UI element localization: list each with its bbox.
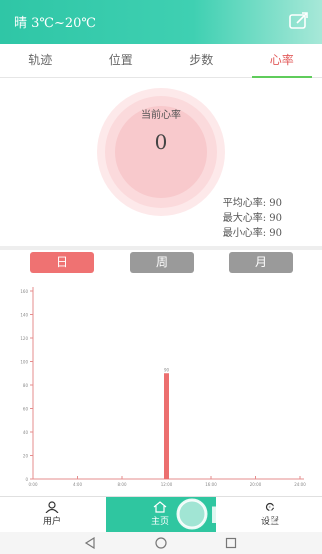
y-tick-label: 120 <box>20 336 28 341</box>
user-icon <box>45 501 59 513</box>
y-tick-label: 80 <box>23 383 29 388</box>
current-heart-rate-value: 0 <box>154 130 168 154</box>
max-heart-rate: 最大心率: 90 <box>222 213 282 224</box>
x-tick-label: 16:00 <box>205 482 217 487</box>
nav-user[interactable]: 用户 <box>22 501 82 527</box>
x-tick-label: 0:00 <box>29 482 38 487</box>
back-icon[interactable] <box>84 537 96 549</box>
average-heart-rate: 平均心率: 90 <box>222 198 282 209</box>
weather-text: 晴 3℃~20℃ <box>14 16 96 31</box>
x-tick-label: 12:00 <box>161 482 173 487</box>
watermark-url: www.okemu.com <box>230 524 290 532</box>
nav-home-label: 主页 <box>150 517 169 527</box>
current-heart-rate-label: 当前心率 <box>141 110 181 121</box>
month-button[interactable]: 月 <box>229 252 293 273</box>
min-heart-rate: 最小心率: 90 <box>222 228 282 239</box>
x-tick-label: 4:00 <box>73 482 82 487</box>
y-tick-label: 160 <box>20 289 28 294</box>
edit-icon[interactable] <box>288 11 310 31</box>
system-nav-bar <box>0 532 322 554</box>
tab-steps[interactable]: 步数 <box>161 44 242 77</box>
y-tick-label: 60 <box>23 407 29 412</box>
y-tick-label: 20 <box>23 454 29 459</box>
week-button[interactable]: 周 <box>130 252 194 273</box>
top-bar: 晴 3℃~20℃ <box>0 0 322 44</box>
tab-location[interactable]: 位置 <box>81 44 162 77</box>
y-tick-label: 140 <box>20 313 28 318</box>
home-icon <box>153 501 167 513</box>
heart-rate-chart-svg: 0204060801001201401600:00 4:00 8:00 12:00 16… <box>20 287 306 487</box>
heart-rate-bar <box>164 373 169 479</box>
heart-rate-chart: 0 20 40 60 80 100 120 140 160 0:00 4:00 8:00 12:00 16… <box>0 283 322 493</box>
recent-apps-icon[interactable] <box>225 537 237 549</box>
y-tick-label: 40 <box>23 430 29 435</box>
x-tick-label: 24:00 <box>294 482 306 487</box>
heart-rate-panel: 当前心率 0 平均心率: 90 最大心率: 90 最小心率: 90 <box>0 78 322 246</box>
x-tick-label: 8:00 <box>118 482 127 487</box>
tab-heart-rate[interactable]: 心率 <box>242 44 322 78</box>
day-button[interactable]: 日 <box>30 252 94 273</box>
home-circle-icon[interactable] <box>155 537 167 549</box>
heart-rate-stats: 平均心率: 90 最大心率: 90 最小心率: 90 <box>223 196 282 241</box>
nav-user-label: 用户 <box>42 517 61 527</box>
tab-bar: 轨迹 位置 步数 心率 <box>0 44 322 78</box>
bar-value-label: 90 <box>164 367 170 372</box>
range-selector: 日 周 月 <box>0 250 322 280</box>
x-tick-label: 20:00 <box>250 482 262 487</box>
y-tick-label: 100 <box>20 360 28 365</box>
tab-track[interactable]: 轨迹 <box>0 44 81 77</box>
